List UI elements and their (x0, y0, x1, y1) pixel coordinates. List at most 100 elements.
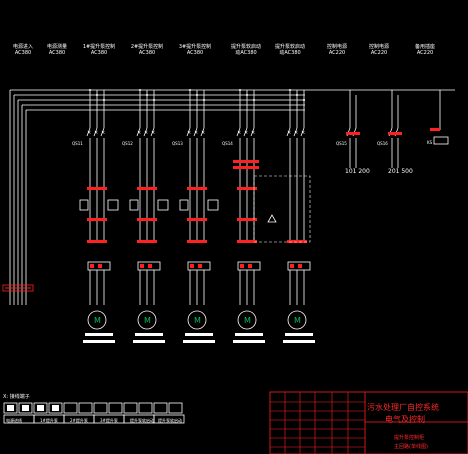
ct-box (107, 199, 119, 211)
schematic: × × ×M× × ×M× × ×M× × ×M× × ×M (2, 89, 468, 454)
motor-symbol: M (294, 316, 301, 325)
terminal-cell (153, 402, 168, 414)
overload-mark (298, 264, 302, 268)
contactor-bar (137, 240, 157, 243)
motor-base (133, 340, 165, 343)
terminal-label: 提升泵软启动 (130, 418, 154, 423)
breaker-label: QS11 (72, 141, 83, 146)
soft-starter-frame (253, 175, 311, 243)
header-softstart1: 提升泵软启动 动AC380 (230, 44, 261, 56)
header-pump1: 1#提升泵控制 AC380 (82, 44, 116, 56)
terminal-label: 2#提升泵 (70, 418, 88, 423)
header-spare-socket: 备用插座 AC220 (414, 44, 435, 56)
breaker-x: × (144, 130, 148, 136)
overload-mark (190, 264, 194, 268)
overload-mark (248, 264, 252, 268)
project-subtitle: 电气及控制 (385, 415, 425, 424)
terminal-fill (37, 405, 44, 411)
control-breaker-mark (346, 132, 360, 135)
contactor-bar (233, 160, 259, 163)
contactor-bar (187, 187, 207, 190)
motor-symbol: M (94, 316, 101, 325)
contactor-bar (137, 218, 157, 221)
breaker-label: QS15 (336, 141, 347, 146)
breaker-x: × (151, 130, 155, 136)
contactor-bar (233, 166, 259, 169)
header-incoming-power: 电源进入 AC380 (12, 44, 33, 56)
junction-dot (146, 94, 148, 96)
project-title: 污水处理厂自控系统 (367, 403, 439, 412)
ct-box (79, 199, 89, 211)
contactor-bar (87, 187, 107, 190)
overload-mark (140, 264, 144, 268)
overload-mark (198, 264, 202, 268)
terminal-cell (138, 402, 153, 414)
control-breaker-label: KS (427, 140, 433, 145)
breaker-x: × (87, 130, 91, 136)
overload-mark (290, 264, 294, 268)
ct-box (129, 199, 139, 211)
junction-dot (296, 94, 298, 96)
motor-base (233, 340, 265, 343)
breaker-label: QS16 (377, 141, 388, 146)
terminal-cell (168, 402, 183, 414)
motor-plate (135, 333, 163, 336)
junction-dot (139, 89, 141, 91)
wire-number: 101 200 (345, 168, 370, 175)
junction-dot (196, 94, 198, 96)
header-pump3: 3#提升泵控制 AC380 (178, 44, 212, 56)
junction-dot (289, 89, 291, 91)
contactor-bar (187, 218, 207, 221)
header-power-measure: 电源测量 AC380 (46, 44, 67, 56)
contactor-bar (87, 218, 107, 221)
terminal-label: 提升泵软启动 (158, 418, 182, 423)
contactor-bar (87, 240, 107, 243)
breaker-label: QS13 (172, 141, 183, 146)
junction-dot (189, 89, 191, 91)
junction-dot (153, 99, 155, 101)
terminal-fill (52, 405, 59, 411)
motor-plate (235, 333, 263, 336)
terminal-cell (108, 402, 123, 414)
drawing-desc: 主回路(单线图) (394, 444, 428, 450)
drawing-name: 提升泵控制柜 (394, 435, 425, 441)
overload-mark (90, 264, 94, 268)
ct-box (207, 199, 219, 211)
breaker-x: × (137, 130, 141, 136)
terminal-cell (63, 402, 78, 414)
junction-dot (203, 99, 205, 101)
terminal-cell (78, 402, 93, 414)
breaker-x: × (201, 130, 205, 136)
breaker-x: × (301, 130, 305, 136)
breaker-x: × (194, 130, 198, 136)
junction-dot (246, 94, 248, 96)
terminal-label: 3#提升泵 (100, 418, 118, 423)
header-pump2: 2#提升泵控制 AC380 (130, 44, 164, 56)
motor-symbol: M (244, 316, 251, 325)
ct-box (157, 199, 169, 211)
motor-base (283, 340, 315, 343)
breaker-x: × (187, 130, 191, 136)
motor-symbol: M (144, 316, 151, 325)
junction-dot (253, 99, 255, 101)
header-control-power2: 控制电源 AC220 (368, 44, 389, 56)
terminal-label: 电源进线 (6, 418, 22, 423)
breaker-x: × (237, 130, 241, 136)
junction-dot (96, 94, 98, 96)
terminal-label: 1#提升泵 (40, 418, 58, 423)
breaker-x: × (251, 130, 255, 136)
socket-box (433, 136, 449, 145)
socket-mark (430, 128, 440, 131)
breaker-label: QS14 (222, 141, 233, 146)
contactor-bar (287, 240, 307, 243)
wire-number: 201 500 (388, 168, 413, 175)
junction-dot (103, 99, 105, 101)
contactor-bar (237, 240, 257, 243)
overload-mark (148, 264, 152, 268)
motor-symbol: M (194, 316, 201, 325)
header-softstart2: 提升泵软启动 动AC380 (274, 44, 305, 56)
terminal-cell (123, 402, 138, 414)
motor-base (183, 340, 215, 343)
junction-dot (303, 99, 305, 101)
motor-plate (185, 333, 213, 336)
